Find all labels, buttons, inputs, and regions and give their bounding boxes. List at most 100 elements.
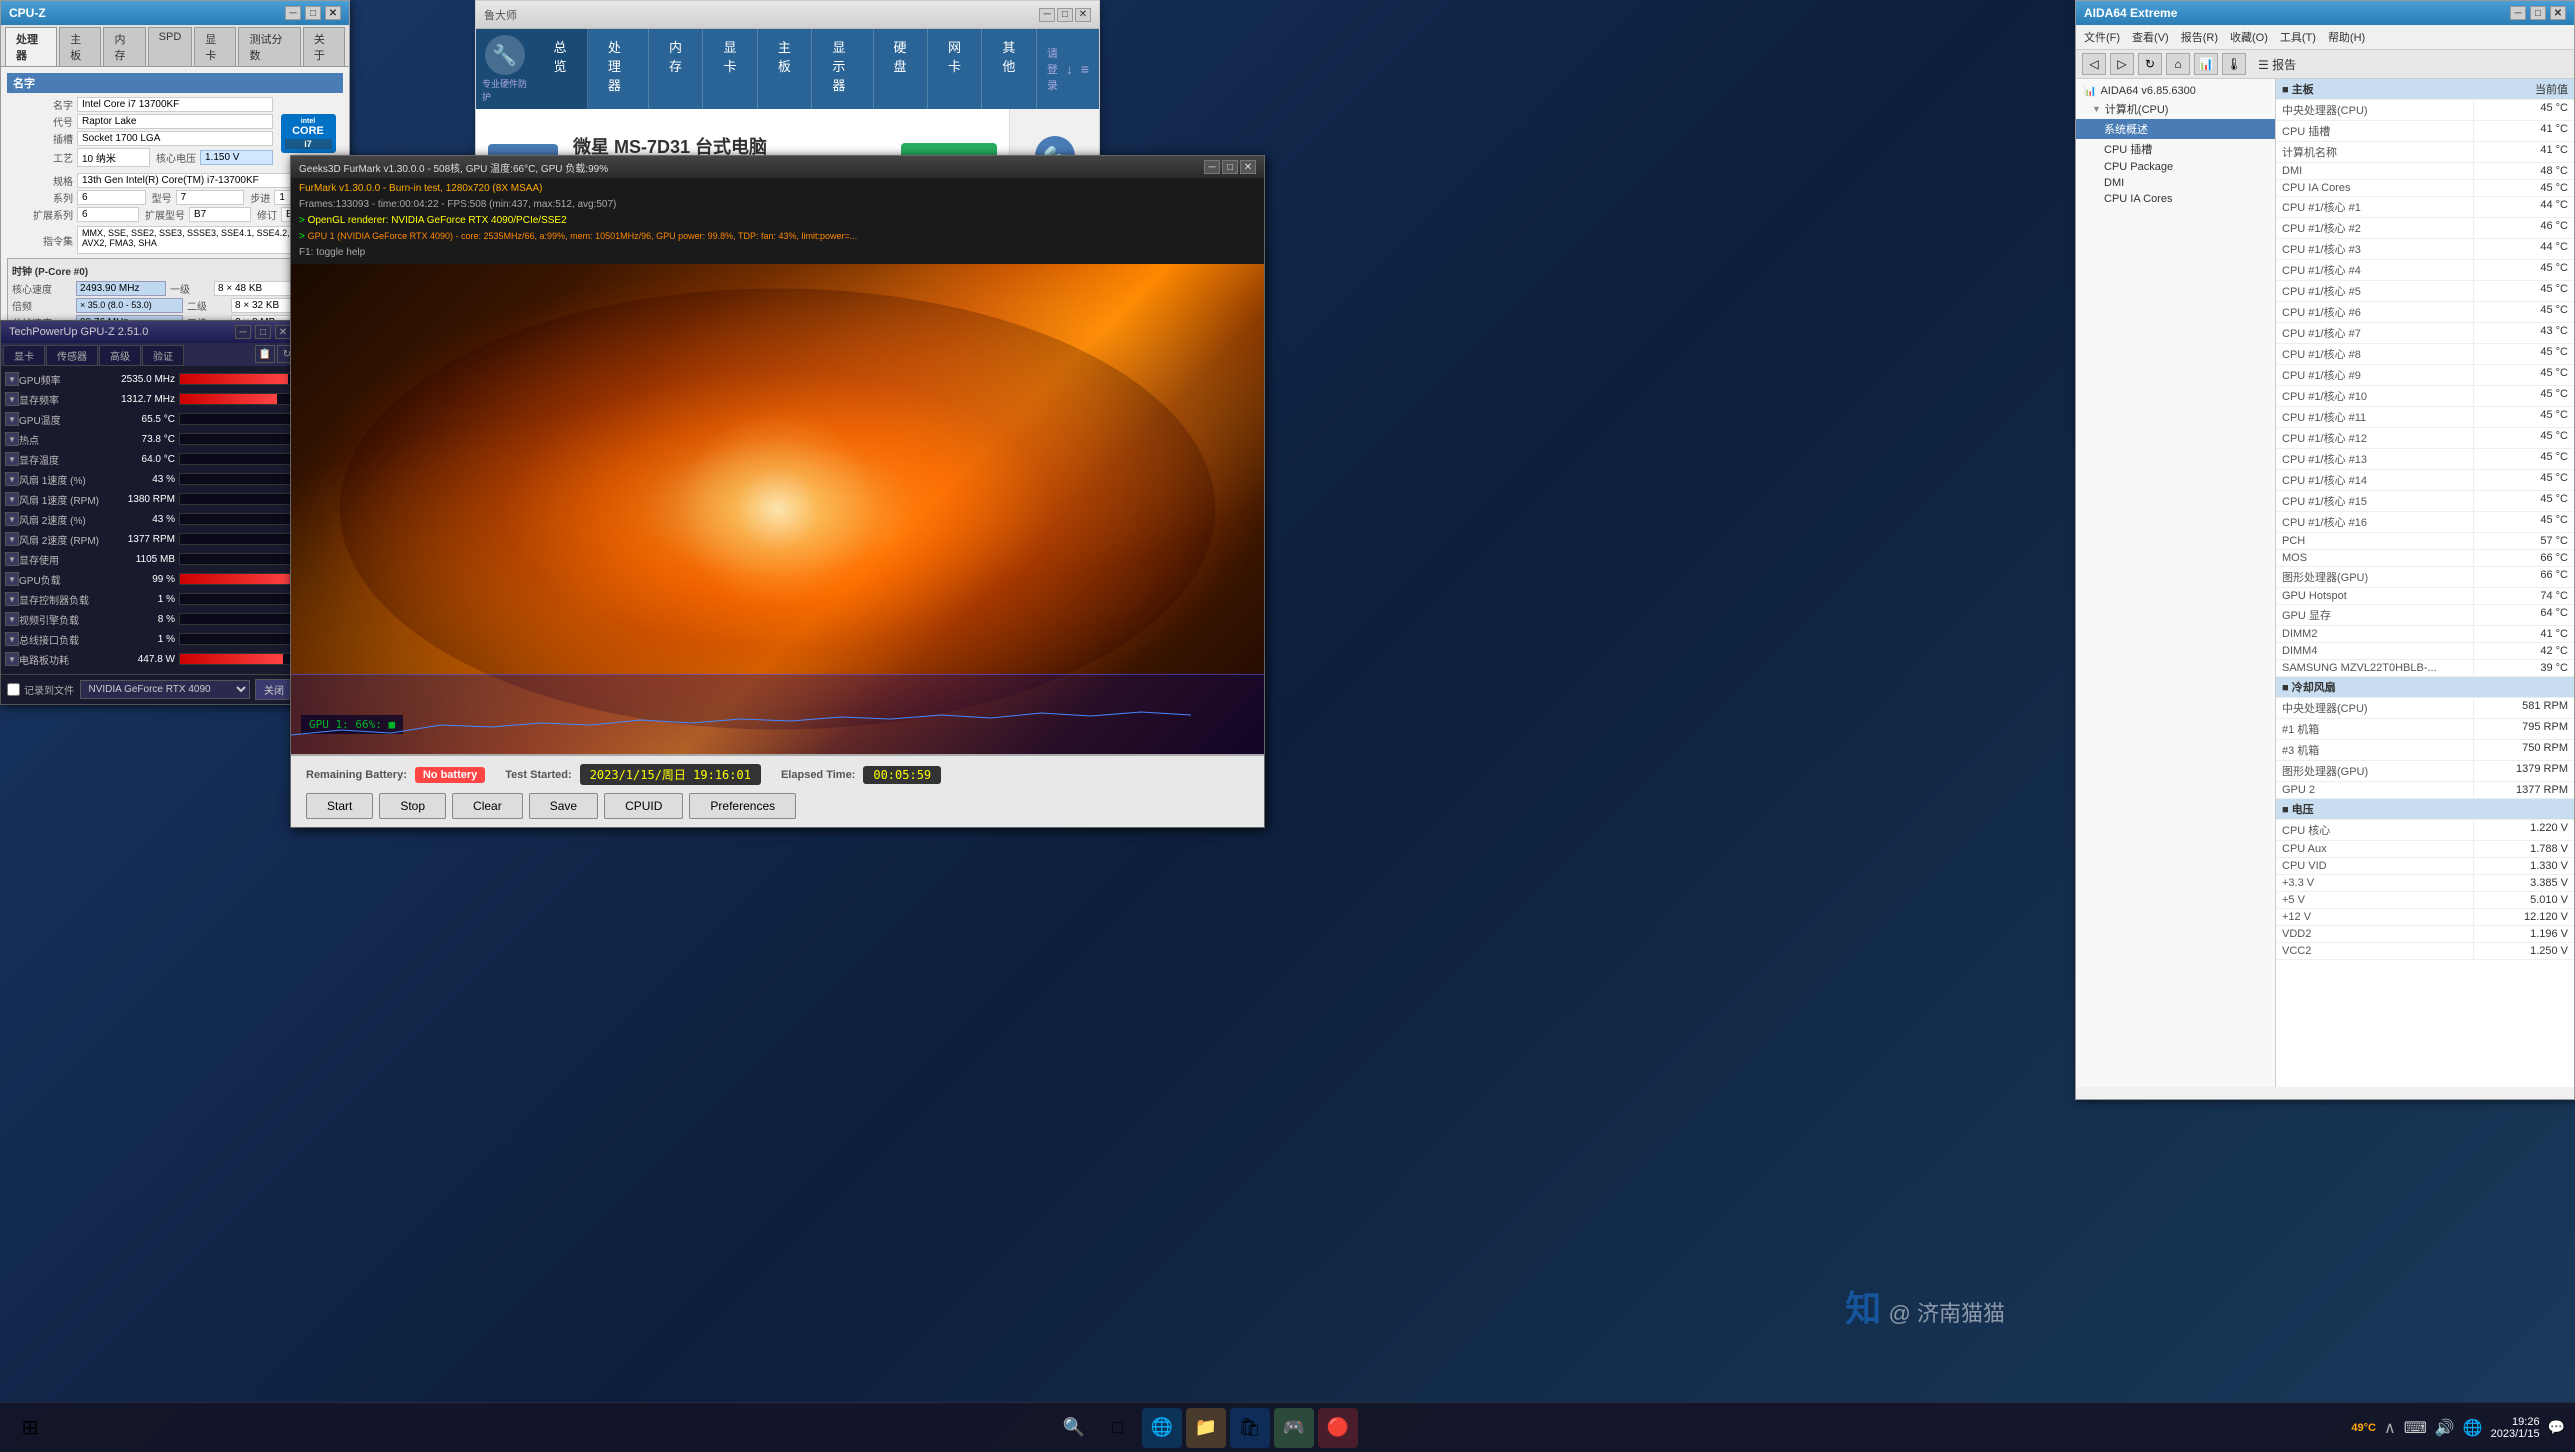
- furmark-stop-button[interactable]: Stop: [379, 793, 446, 819]
- aida-sensor-row-19: CPU #1/核心 #14 45 °C: [2276, 470, 2574, 491]
- furmark-start-button[interactable]: Start: [306, 793, 373, 819]
- aida-menu-report[interactable]: 报告(R): [2181, 27, 2218, 47]
- aida-maximize-button[interactable]: □: [2530, 6, 2546, 20]
- cpuz-close-button[interactable]: ✕: [325, 6, 341, 20]
- aida-sensor-label-27: DIMM2: [2276, 626, 2474, 642]
- gpuz-minimize-button[interactable]: ─: [235, 325, 251, 339]
- aida-tree-cpu-ia-cores[interactable]: CPU IA Cores: [2076, 191, 2275, 207]
- aida-fan-row-2: #3 机箱 750 RPM: [2276, 740, 2574, 761]
- furmark-clear-button[interactable]: Clear: [452, 793, 523, 819]
- aida-menu-tools[interactable]: 工具(T): [2280, 27, 2316, 47]
- taskbar-notification-icon[interactable]: 💬: [2548, 1419, 2565, 1436]
- gpuz-sensor-dropdown-4[interactable]: ▼: [5, 452, 19, 466]
- gpuz-record-checkbox[interactable]: [7, 683, 20, 696]
- cpuz-tab-bench[interactable]: 测试分数: [238, 27, 300, 66]
- aida-back-button[interactable]: ◁: [2082, 53, 2106, 75]
- taskbar-keyboard-icon[interactable]: ⌨: [2404, 1418, 2427, 1438]
- aida-tree-root[interactable]: 📊 AIDA64 v6.85.6300: [2076, 83, 2275, 99]
- gpuz-sensor-dropdown-11[interactable]: ▼: [5, 592, 19, 606]
- taskbar-app-edge[interactable]: 🌐: [1142, 1408, 1182, 1448]
- taskbar-start-button[interactable]: ⊞: [10, 1408, 50, 1448]
- taskbar-app-red[interactable]: 🔴: [1318, 1408, 1358, 1448]
- taskbar-app-gpu-apps[interactable]: 🎮: [1274, 1408, 1314, 1448]
- aida-menu-view[interactable]: 查看(V): [2132, 27, 2169, 47]
- luda-download-btn[interactable]: ↓: [1066, 61, 1073, 77]
- luda-login-btn[interactable]: 请登录: [1047, 45, 1058, 93]
- aida-forward-button[interactable]: ▷: [2110, 53, 2134, 75]
- luda-nav-gpu[interactable]: 显卡: [703, 29, 757, 109]
- cpuz-tab-processor[interactable]: 处理器: [5, 27, 57, 66]
- furmark-maximize-button[interactable]: □: [1222, 160, 1238, 174]
- luda-maximize-button[interactable]: □: [1057, 8, 1073, 22]
- furmark-save-button[interactable]: Save: [529, 793, 598, 819]
- aida-home-button[interactable]: ⌂: [2166, 53, 2190, 75]
- luda-nav-network[interactable]: 网卡: [928, 29, 982, 109]
- luda-close-button[interactable]: ✕: [1075, 8, 1091, 22]
- gpuz-sensor-dropdown-14[interactable]: ▼: [5, 652, 19, 666]
- gpuz-tab-advanced[interactable]: 高级: [99, 345, 141, 366]
- aida-chart-button[interactable]: 📊: [2194, 53, 2218, 75]
- cpuz-tab-mainboard[interactable]: 主板: [59, 27, 101, 66]
- aida-tree-sysoverview[interactable]: 系统概述: [2076, 119, 2275, 139]
- furmark-cpuid-button[interactable]: CPUID: [604, 793, 683, 819]
- gpuz-copy-button[interactable]: 📋: [255, 345, 275, 363]
- aida-menu-file[interactable]: 文件(F): [2084, 27, 2120, 47]
- taskbar-network-icon[interactable]: 🌐: [2463, 1418, 2483, 1438]
- cpuz-minimize-button[interactable]: ─: [285, 6, 301, 20]
- gpuz-sensor-dropdown-9[interactable]: ▼: [5, 552, 19, 566]
- furmark-close-button[interactable]: ✕: [1240, 160, 1256, 174]
- luda-nav-storage[interactable]: 硬盘: [874, 29, 928, 109]
- gpuz-tab-sensors[interactable]: 传感器: [46, 345, 98, 366]
- aida-sensor-button[interactable]: 🌡: [2222, 53, 2246, 75]
- gpuz-close-button[interactable]: ✕: [275, 325, 291, 339]
- cpuz-maximize-button[interactable]: □: [305, 6, 321, 20]
- gpuz-sensor-dropdown-3[interactable]: ▼: [5, 432, 19, 446]
- gpuz-sensor-dropdown-1[interactable]: ▼: [5, 392, 19, 406]
- aida-tree-cpu[interactable]: ▼ 计算机(CPU): [2076, 99, 2275, 119]
- taskbar-app-store[interactable]: 🛍: [1230, 1408, 1270, 1448]
- luda-nav-display[interactable]: 显示器: [812, 29, 873, 109]
- taskbar-app-search[interactable]: 🔍: [1054, 1408, 1094, 1448]
- gpuz-device-select[interactable]: NVIDIA GeForce RTX 4090: [80, 680, 250, 699]
- luda-nav-cpu[interactable]: 处理器: [588, 29, 649, 109]
- gpuz-sensor-dropdown-13[interactable]: ▼: [5, 632, 19, 646]
- gpuz-sensor-dropdown-6[interactable]: ▼: [5, 492, 19, 506]
- taskbar-app-files[interactable]: 📁: [1186, 1408, 1226, 1448]
- gpuz-sensor-dropdown-2[interactable]: ▼: [5, 412, 19, 426]
- aida-tree-dmi[interactable]: DMI: [2076, 175, 2275, 191]
- luda-nav-memory[interactable]: 内存: [649, 29, 703, 109]
- gpuz-sensor-dropdown-10[interactable]: ▼: [5, 572, 19, 586]
- gpuz-sensor-dropdown-12[interactable]: ▼: [5, 612, 19, 626]
- luda-nav-other[interactable]: 其他: [982, 29, 1036, 109]
- cpuz-tab-memory[interactable]: 内存: [103, 27, 145, 66]
- aida-refresh-button[interactable]: ↻: [2138, 53, 2162, 75]
- gpuz-maximize-button[interactable]: □: [255, 325, 271, 339]
- taskbar-chevron-icon[interactable]: ∧: [2384, 1418, 2396, 1438]
- furmark-preferences-button[interactable]: Preferences: [689, 793, 796, 819]
- luda-minimize-button[interactable]: ─: [1039, 8, 1055, 22]
- aida-root-label: AIDA64 v6.85.6300: [2100, 85, 2195, 97]
- gpuz-sensor-dropdown-7[interactable]: ▼: [5, 512, 19, 526]
- aida-tree-cpusocket[interactable]: CPU 插槽: [2076, 139, 2275, 159]
- cpuz-tab-about[interactable]: 关于: [303, 27, 345, 66]
- taskbar-app-taskview[interactable]: □: [1098, 1408, 1138, 1448]
- furmark-minimize-button[interactable]: ─: [1204, 160, 1220, 174]
- gpuz-sensor-dropdown-5[interactable]: ▼: [5, 472, 19, 486]
- cpuz-tab-display[interactable]: 显卡: [194, 27, 236, 66]
- luda-nav-overview[interactable]: 总览: [533, 29, 587, 109]
- gpuz-sensor-dropdown-8[interactable]: ▼: [5, 532, 19, 546]
- gpuz-sensor-dropdown-0[interactable]: ▼: [5, 372, 19, 386]
- gpuz-tab-validate[interactable]: 验证: [142, 345, 184, 366]
- aida-menu-help[interactable]: 帮助(H): [2328, 27, 2365, 47]
- gpuz-tab-card[interactable]: 显卡: [3, 345, 45, 366]
- gpuz-close-button-bottom[interactable]: 关闭: [255, 679, 293, 700]
- taskbar-clock[interactable]: 19:26 2023/1/15: [2491, 1416, 2540, 1440]
- luda-menu-btn[interactable]: ≡: [1081, 61, 1089, 77]
- aida-minimize-button[interactable]: ─: [2510, 6, 2526, 20]
- aida-tree-cpupackage[interactable]: CPU Package: [2076, 159, 2275, 175]
- luda-nav-mainboard[interactable]: 主板: [758, 29, 812, 109]
- aida-close-button[interactable]: ✕: [2550, 6, 2566, 20]
- taskbar-speaker-icon[interactable]: 🔊: [2435, 1418, 2455, 1438]
- aida-menu-favorites[interactable]: 收藏(O): [2230, 27, 2268, 47]
- cpuz-tab-spd[interactable]: SPD: [148, 27, 193, 66]
